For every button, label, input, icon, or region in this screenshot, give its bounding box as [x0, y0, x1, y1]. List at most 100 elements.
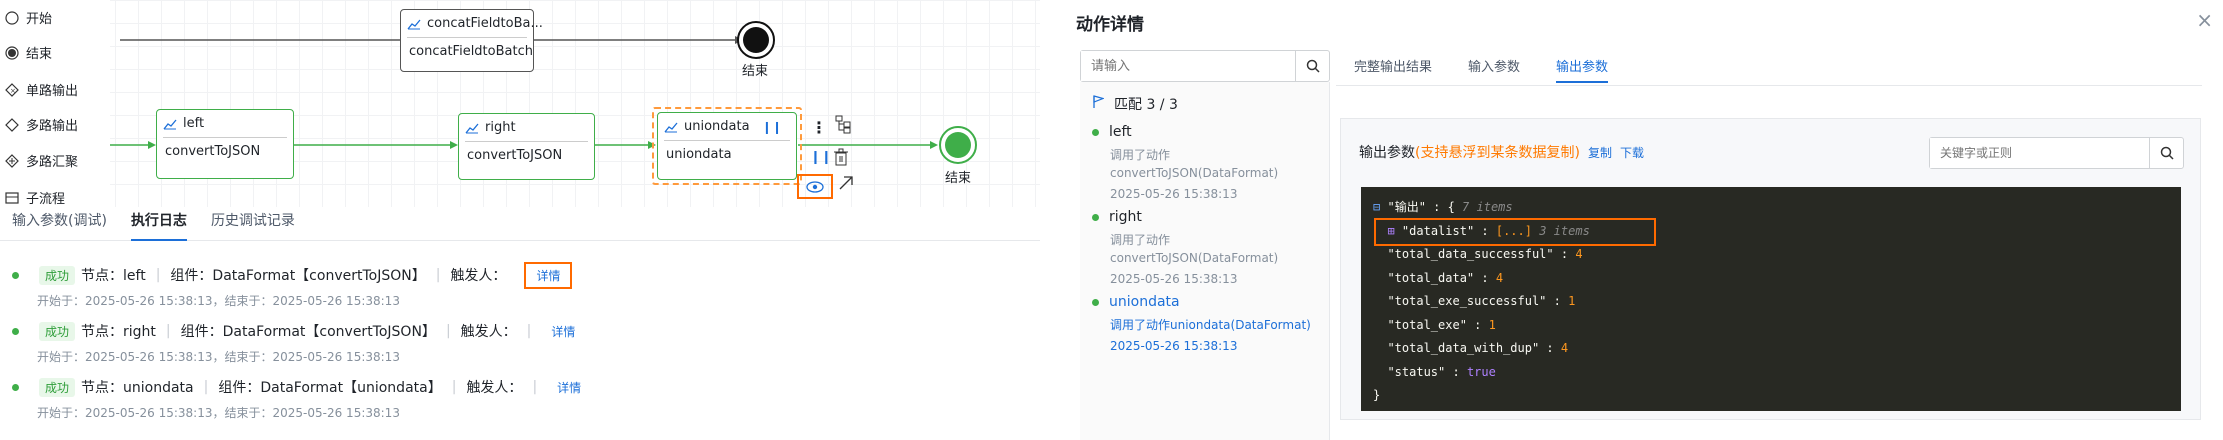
arrow-up-right-icon[interactable]	[838, 175, 854, 195]
list-item[interactable]: right 调用了动作 convertToJSON(DataFormat) 2025…	[1092, 209, 1322, 288]
log-time: 开始于：2025-05-26 15:38:13，结束于：2025-05-26 1…	[37, 406, 400, 420]
output-hint: (支持悬浮到某条数据复制)	[1415, 145, 1580, 161]
palette-label: 多路汇聚	[26, 155, 79, 170]
component-label: 组件：DataFormat【convertToJSON】	[180, 324, 436, 340]
end-node-label: 结束	[945, 171, 972, 186]
log-entry: 成功 节点：uniondata | 组件：DataFormat【uniondata…	[12, 376, 632, 421]
diamond-icon: ×	[4, 82, 20, 98]
status-badge: 成功	[39, 377, 76, 397]
diamond-plus-icon	[4, 153, 20, 169]
tab-input-params-debug[interactable]: 输入参数(调试)	[0, 210, 119, 240]
palette-label: 多路输出	[26, 119, 79, 134]
trigger-label: 触发人：	[450, 268, 507, 284]
bottom-tabs: 输入参数(调试) 执行日志 历史调试记录	[0, 207, 1040, 241]
detail-tabs: 完整输出结果 输入参数 输出参数	[1336, 48, 1626, 83]
detail-link[interactable]: 详情	[536, 269, 560, 283]
search-icon[interactable]	[2149, 138, 2183, 168]
json-viewer: ⊟ "输出" : { 7 items ⊞ "datalist" : [...] …	[1361, 187, 2181, 411]
palette-label: 单路输出	[26, 84, 79, 99]
palette-label: 结束	[26, 47, 53, 62]
tab-input-params[interactable]: 输入参数	[1450, 48, 1538, 83]
flag-icon	[1092, 95, 1105, 113]
tab-output-params[interactable]: 输出参数	[1538, 48, 1626, 83]
detail-link[interactable]: 详情	[551, 323, 575, 340]
match-count: 匹配 3 / 3	[1092, 94, 1178, 114]
node-search	[1080, 50, 1330, 82]
log-entry: 成功 节点：right | 组件：DataFormat【convertToJSON…	[12, 320, 632, 365]
node-body: convertToJSON	[165, 144, 261, 159]
panel-title: 动作详情	[1076, 15, 1144, 35]
download-link[interactable]: 下载	[1620, 144, 1644, 161]
palette-item-multi-merge[interactable]: 多路汇聚	[4, 151, 78, 170]
highlight-box	[1374, 217, 1656, 246]
output-header: 输出参数(支持悬浮到某条数据复制) 复制 下载	[1359, 142, 1644, 162]
palette-label: 子流程	[26, 192, 66, 207]
circle-icon	[4, 10, 20, 26]
tab-full-output[interactable]: 完整输出结果	[1336, 48, 1450, 83]
collapse-icon[interactable]: ⊟	[1373, 200, 1380, 214]
node-body: concatFieldtoBatch	[409, 44, 533, 59]
chart-icon	[465, 122, 479, 134]
pause-icon[interactable]: ❙❙	[810, 150, 832, 165]
list-item[interactable]: uniondata 调用了动作uniondata(DataFormat) 2025…	[1092, 294, 1322, 355]
status-badge: 成功	[39, 321, 76, 341]
trigger-label: 触发人：	[460, 324, 517, 340]
keyword-input[interactable]	[1930, 138, 2149, 168]
node-title: uniondata	[684, 119, 750, 134]
status-dot	[1092, 128, 1099, 136]
node-palette: 开始 结束 × 单路输出 多路输出 多路汇聚 子流程	[0, 0, 110, 207]
tab-execution-log[interactable]: 执行日志	[119, 210, 199, 241]
node-list: 匹配 3 / 3 left 调用了动作 convertToJSON(DataFor…	[1080, 82, 1330, 440]
hierarchy-icon[interactable]	[834, 114, 852, 138]
copy-link[interactable]: 复制	[1588, 144, 1612, 161]
palette-item-end[interactable]: 结束	[4, 43, 52, 62]
status-dot	[1092, 298, 1099, 306]
chart-icon	[163, 118, 177, 130]
list-item[interactable]: left 调用了动作 convertToJSON(DataFormat) 2025-…	[1092, 124, 1322, 203]
palette-item-start[interactable]: 开始	[4, 8, 52, 27]
eye-icon[interactable]	[797, 174, 833, 199]
log-time: 开始于：2025-05-26 15:38:13，结束于：2025-05-26 1…	[37, 350, 400, 364]
log-time: 开始于：2025-05-26 15:38:13，结束于：2025-05-26 1…	[37, 294, 400, 308]
more-vertical-icon[interactable]: ⋮	[811, 118, 827, 137]
end-node-label: 结束	[742, 64, 769, 79]
node-label: 节点：right	[81, 324, 156, 340]
detail-link[interactable]: 详情	[557, 379, 581, 396]
subflow-icon	[4, 190, 20, 206]
tab-debug-history[interactable]: 历史调试记录	[199, 210, 307, 240]
filled-circle-icon	[4, 45, 20, 61]
component-label: 组件：DataFormat【uniondata】	[218, 380, 442, 396]
palette-item-single-output[interactable]: × 单路输出	[4, 80, 78, 99]
svg-text:×: ×	[10, 87, 16, 95]
output-title: 输出参数	[1359, 145, 1415, 161]
keyword-search	[1929, 137, 2184, 169]
status-dot	[12, 327, 19, 335]
flow-node-concat[interactable]: concatFieldtoBa... concatFieldtoBatch	[400, 9, 543, 72]
pause-icon[interactable]: ❙❙	[762, 120, 782, 134]
node-title: right	[485, 120, 516, 135]
node-body: uniondata	[666, 147, 732, 162]
flow-node-uniondata[interactable]: uniondata ❙❙ uniondata	[657, 112, 797, 180]
search-icon[interactable]	[1295, 51, 1329, 81]
palette-item-multi-output[interactable]: 多路输出	[4, 115, 78, 134]
node-label: 节点：left	[81, 268, 146, 284]
status-dot	[12, 271, 19, 279]
search-input[interactable]	[1081, 51, 1295, 81]
node-title: left	[183, 116, 205, 131]
action-detail-panel: 动作详情 × 匹配 3 / 3 left 调用了动作convertToJSON(…	[1040, 0, 2223, 440]
diamond-icon	[4, 117, 20, 133]
trash-icon[interactable]	[833, 148, 849, 170]
flow-canvas[interactable]: 开始 结束 × 单路输出 多路输出 多路汇聚 子流程 concatFieldto…	[0, 0, 1040, 207]
output-card: 输出参数(支持悬浮到某条数据复制) 复制 下载 ⊟ "输出" : { 7 ite…	[1340, 118, 2201, 420]
flow-node-right[interactable]: right convertToJSON	[458, 113, 595, 180]
palette-label: 开始	[26, 12, 53, 27]
node-title: concatFieldtoBa...	[427, 16, 543, 31]
close-icon[interactable]: ×	[2196, 8, 2213, 32]
node-body: convertToJSON	[467, 148, 563, 163]
status-dot	[1092, 213, 1099, 221]
palette-item-subflow[interactable]: 子流程	[4, 188, 65, 207]
status-badge: 成功	[39, 265, 76, 285]
chart-icon	[407, 18, 421, 30]
node-label: 节点：uniondata	[81, 380, 194, 396]
flow-node-left[interactable]: left convertToJSON	[156, 109, 294, 179]
